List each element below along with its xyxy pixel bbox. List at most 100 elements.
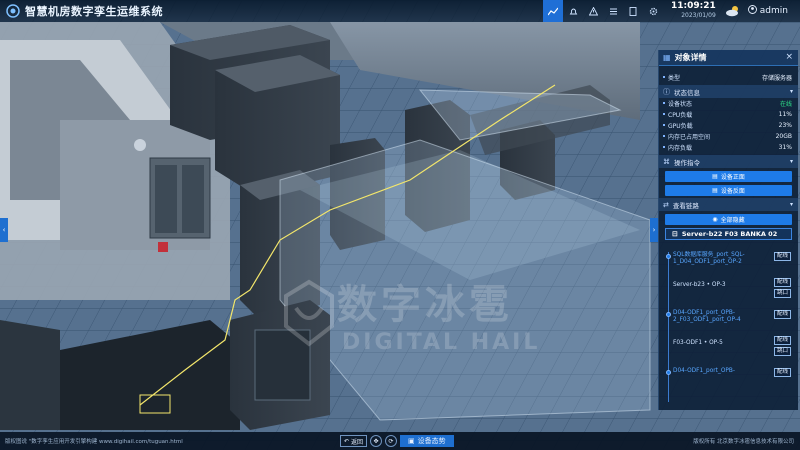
link-icon: ⇄ (663, 200, 669, 209)
watermark-logo-icon (284, 279, 334, 347)
wiring-button[interactable]: 配线 (774, 368, 791, 377)
list-icon[interactable] (603, 0, 623, 22)
server-icon: ▤ (712, 187, 718, 194)
jump-port-button[interactable]: 跳口 (774, 347, 791, 356)
current-server[interactable]: ⊟ Server-b22 F03 BANKA 02 (665, 228, 792, 240)
panel-header: ▦ 对象详情 × (659, 50, 798, 66)
watermark-text-en: DIGITAL HAIL (342, 330, 541, 355)
device-back-button[interactable]: ▤ 设备反面 (665, 185, 792, 196)
chevron-down-icon: ▾ (789, 158, 793, 165)
close-icon[interactable]: × (785, 52, 793, 62)
button-label: 设备态势 (417, 437, 446, 445)
app-root: 智慧机房数字孪生运维系统 11:09:21 2023/01/09 admin ‹… (0, 0, 800, 450)
chevron-down-icon: ▾ (789, 201, 793, 208)
kv-value: 31% (778, 144, 792, 151)
weather-cloud-icon (725, 6, 738, 17)
list-item: D04-ODF1_port_OPB- 配线 (666, 368, 791, 377)
clock: 11:09:21 2023/01/09 (671, 2, 716, 20)
jump-port-button[interactable]: 跳口 (774, 289, 791, 298)
list-item: Server-b23 • OP-3 配线 跳口 (673, 278, 791, 298)
wiring-button[interactable]: 配线 (774, 336, 791, 345)
section-links[interactable]: ⇄ 查看链路 ▾ (659, 198, 798, 211)
kv-memory-load: 内存负载 31% (659, 142, 798, 153)
grid-icon: ▦ (663, 53, 671, 62)
panel-title: 对象详情 (674, 53, 707, 62)
gear-icon[interactable] (643, 0, 663, 22)
reset-view-button[interactable]: ⟳ (385, 435, 398, 447)
link-name[interactable]: SQL数据库服务_port_SQL-1_D04_ODF1_port_OP-2 (673, 252, 765, 266)
server-name-label: Server-b22 F03 BANKA 02 (681, 230, 778, 238)
link-timeline: SQL数据库服务_port_SQL-1_D04_ODF1_port_OP-2 配… (659, 248, 798, 402)
list-item: D04-ODF1_port_OPB-2_F03_ODF1_port_OP-4 配… (666, 310, 791, 324)
device-front-button[interactable]: ▤ 设备正面 (665, 171, 792, 182)
hide-all-button[interactable]: ◉ 全部隐藏 (665, 214, 792, 225)
back-button[interactable]: ↶ 返回 (340, 435, 368, 447)
timeline-dot (666, 312, 671, 317)
section-ops[interactable]: ⌘ 操作指令 ▾ (659, 155, 798, 168)
warning-icon[interactable] (583, 0, 603, 22)
link-name: F03-ODF1 • OP-5 (673, 340, 723, 346)
watermark-text-cn: 数字冰雹 (337, 282, 513, 328)
kv-value: 20GB (775, 133, 792, 140)
right-panel-toggle[interactable]: › (650, 218, 658, 242)
timeline-line (668, 252, 669, 402)
kv-key: 类型 (668, 75, 681, 82)
link-name: Server-b23 • OP-3 (673, 282, 726, 288)
wiring-button[interactable]: 配线 (774, 252, 791, 261)
kv-device-status: 设备状态 在线 (659, 98, 798, 109)
monitor-icon: ▣ (408, 437, 415, 445)
button-label: 全部隐藏 (720, 217, 745, 224)
user-menu[interactable]: admin (747, 5, 788, 17)
server-icon: ⊟ (672, 230, 678, 238)
kv-key: GPU负载 (668, 123, 693, 130)
kv-key: 内存已占用空间 (668, 134, 711, 141)
list-item: F03-ODF1 • OP-5 配线 跳口 (673, 336, 791, 356)
kv-value: 11% (778, 111, 792, 118)
kv-key: CPU负载 (668, 112, 693, 119)
footer-copyright-left: 版权图说 "数字孪生应用开发引擎构建 www.digihail.com/tugu… (5, 439, 183, 445)
reset-icon: ⟳ (388, 437, 394, 445)
command-icon: ⌘ (663, 157, 670, 166)
device-situation-button[interactable]: ▣ 设备态势 (400, 435, 454, 447)
eye-icon: ◉ (712, 216, 718, 223)
kv-memory-used: 内存已占用空间 20GB (659, 131, 798, 142)
kv-key: 内存负载 (668, 145, 693, 152)
section-title: 状态信息 (674, 88, 700, 97)
top-bar: 智慧机房数字孪生运维系统 11:09:21 2023/01/09 admin (0, 0, 800, 22)
chevron-left-icon: ‹ (2, 226, 6, 234)
kv-cpu-load: CPU负载 11% (659, 109, 798, 120)
list-item: SQL数据库服务_port_SQL-1_D04_ODF1_port_OP-2 配… (666, 252, 791, 266)
kv-value: 在线 (779, 101, 792, 108)
top-right-tools: 11:09:21 2023/01/09 admin (543, 0, 800, 22)
link-name[interactable]: D04-ODF1_port_OPB- (673, 368, 765, 375)
bell-icon[interactable] (563, 0, 583, 22)
chevron-down-icon: ▾ (789, 88, 793, 95)
user-name: admin (759, 6, 788, 16)
app-title: 智慧机房数字孪生运维系统 (25, 5, 163, 18)
object-detail-panel: ▦ 对象详情 × 类型 存储服务器 ⓘ 状态信息 ▾ 设备状态 在线 CPU负载… (658, 50, 798, 410)
button-label: 返回 (351, 438, 364, 446)
move-view-button[interactable]: ✥ (370, 435, 383, 447)
scene-controls: ↶ 返回 ✥ ⟳ ▣ 设备态势 (340, 433, 457, 449)
link-name[interactable]: D04-ODF1_port_OPB-2_F03_ODF1_port_OP-4 (673, 310, 765, 324)
document-icon[interactable] (623, 0, 643, 22)
kv-gpu-load: GPU负载 23% (659, 120, 798, 131)
section-title: 操作指令 (674, 158, 700, 167)
button-label: 设备正面 (720, 174, 745, 181)
footer-copyright-right: 版权所有 北京数字冰雹信息技术有限公司 (693, 439, 794, 445)
wiring-button[interactable]: 配线 (774, 310, 791, 319)
button-label: 设备反面 (720, 188, 745, 195)
watermark: 数字冰雹 DIGITAL HAIL (282, 270, 582, 370)
wiring-button[interactable]: 配线 (774, 278, 791, 287)
kv-type: 类型 存储服务器 (659, 72, 798, 83)
kv-value: 存储服务器 (761, 75, 792, 82)
section-status[interactable]: ⓘ 状态信息 ▾ (659, 85, 798, 98)
app-logo-icon (6, 4, 20, 18)
clock-time: 11:09:21 (671, 1, 716, 11)
timeline-dot (666, 254, 671, 259)
clock-date: 2023/01/09 (681, 12, 716, 19)
kv-value: 23% (778, 122, 792, 129)
left-panel-toggle[interactable]: ‹ (0, 218, 8, 242)
user-icon (747, 5, 757, 17)
chart-icon[interactable] (543, 0, 564, 22)
